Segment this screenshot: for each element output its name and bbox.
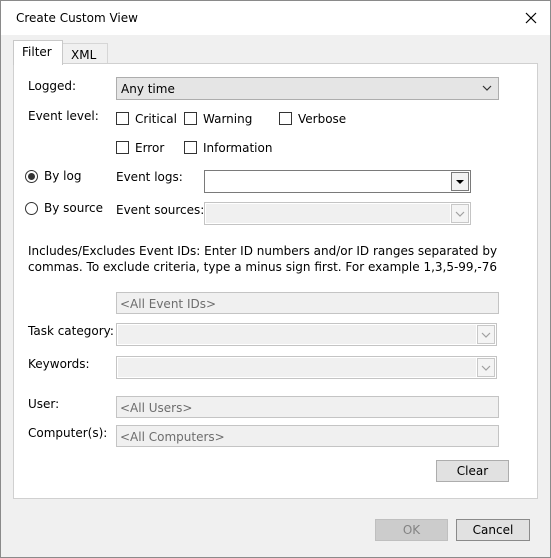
event-ids-placeholder: <All Event IDs> bbox=[120, 297, 217, 311]
event-logs-label: Event logs: bbox=[116, 170, 183, 184]
event-ids-input[interactable]: <All Event IDs> bbox=[116, 292, 499, 314]
user-label: User: bbox=[28, 397, 60, 411]
close-icon bbox=[525, 12, 537, 24]
create-custom-view-dialog: Create Custom View Filter XML Logged: An… bbox=[0, 0, 551, 558]
by-log-label: By log bbox=[44, 169, 82, 183]
critical-label: Critical bbox=[135, 112, 177, 126]
warning-label: Warning bbox=[203, 112, 253, 126]
event-ids-description: Includes/Excludes Event IDs: Enter ID nu… bbox=[28, 244, 498, 274]
event-logs-dropdown-button[interactable] bbox=[451, 172, 469, 191]
event-sources-field bbox=[206, 204, 450, 223]
by-log-radio[interactable] bbox=[25, 170, 38, 183]
event-level-label: Event level: bbox=[28, 109, 99, 123]
user-placeholder: <All Users> bbox=[120, 401, 193, 415]
ok-button[interactable]: OK bbox=[375, 519, 448, 541]
keywords-field bbox=[118, 358, 476, 377]
information-label: Information bbox=[203, 141, 273, 155]
event-logs-dropdown[interactable] bbox=[204, 170, 471, 193]
information-checkbox[interactable] bbox=[184, 141, 197, 154]
chevron-down-icon bbox=[482, 85, 492, 91]
logged-value: Any time bbox=[121, 82, 175, 96]
keywords-dropdown[interactable] bbox=[116, 356, 497, 379]
logged-dropdown[interactable]: Any time bbox=[116, 77, 499, 100]
tab-filter[interactable]: Filter bbox=[13, 40, 63, 65]
verbose-checkbox[interactable] bbox=[279, 112, 292, 125]
task-category-label: Task category: bbox=[28, 324, 114, 338]
keywords-dropdown-button[interactable] bbox=[477, 358, 495, 377]
error-label: Error bbox=[135, 141, 165, 155]
event-sources-dropdown-button[interactable] bbox=[451, 204, 469, 223]
by-source-radio[interactable] bbox=[25, 202, 38, 215]
logged-label: Logged: bbox=[28, 79, 77, 93]
task-category-dropdown-button[interactable] bbox=[477, 325, 495, 344]
close-button[interactable] bbox=[520, 7, 542, 29]
cancel-button[interactable]: Cancel bbox=[456, 519, 530, 541]
task-category-dropdown[interactable] bbox=[116, 323, 497, 346]
by-source-label: By source bbox=[44, 201, 103, 215]
clear-button[interactable]: Clear bbox=[436, 460, 509, 482]
tab-xml[interactable]: XML bbox=[62, 43, 108, 65]
user-input[interactable]: <All Users> bbox=[116, 396, 499, 418]
computers-placeholder: <All Computers> bbox=[120, 430, 225, 444]
window-title: Create Custom View bbox=[16, 11, 138, 25]
computers-label: Computer(s): bbox=[28, 426, 108, 440]
title-bar: Create Custom View bbox=[1, 1, 550, 35]
event-sources-dropdown[interactable] bbox=[204, 202, 471, 225]
filter-panel: Logged: Any time Event level: Critical W… bbox=[13, 63, 538, 499]
chevron-down-icon bbox=[481, 365, 491, 371]
keywords-label: Keywords: bbox=[28, 357, 90, 371]
caret-down-icon bbox=[456, 180, 464, 184]
verbose-label: Verbose bbox=[298, 112, 347, 126]
computers-input[interactable]: <All Computers> bbox=[116, 425, 499, 447]
event-sources-label: Event sources: bbox=[116, 203, 205, 217]
chevron-down-icon bbox=[481, 332, 491, 338]
warning-checkbox[interactable] bbox=[184, 112, 197, 125]
chevron-down-icon bbox=[455, 211, 465, 217]
error-checkbox[interactable] bbox=[116, 141, 129, 154]
critical-checkbox[interactable] bbox=[116, 112, 129, 125]
task-category-field bbox=[118, 325, 476, 344]
